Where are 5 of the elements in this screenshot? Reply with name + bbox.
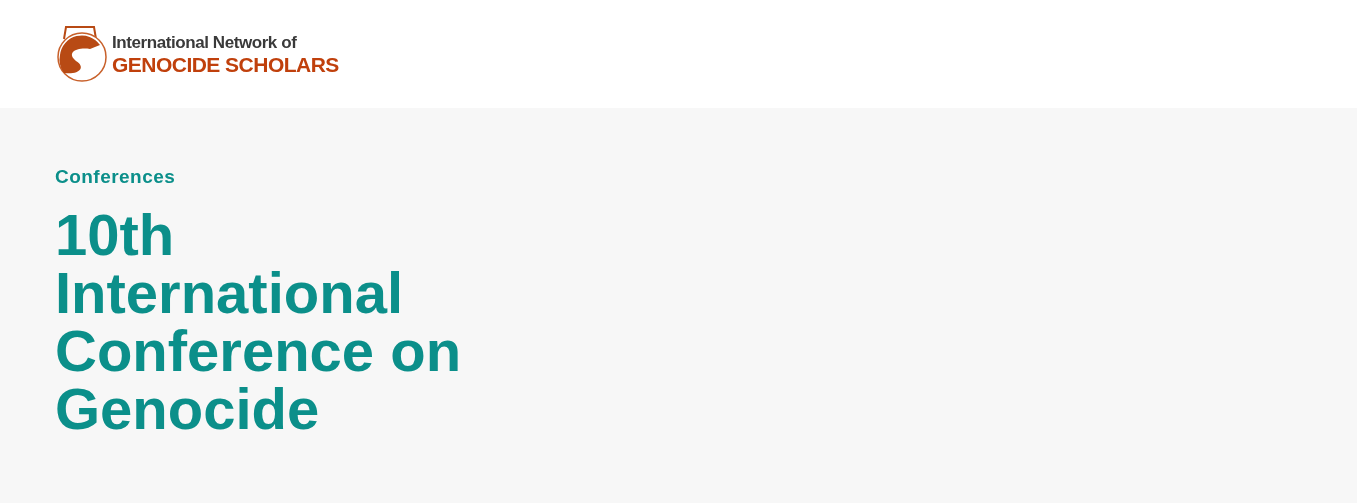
logo-name: GENOCIDE SCHOLARS <box>112 53 339 75</box>
page-title: 10th International Conference on Genocide <box>55 205 463 438</box>
section-label: Conferences <box>55 165 177 189</box>
logo-icon <box>56 25 108 83</box>
logo-tagline: International Network of <box>112 33 298 51</box>
